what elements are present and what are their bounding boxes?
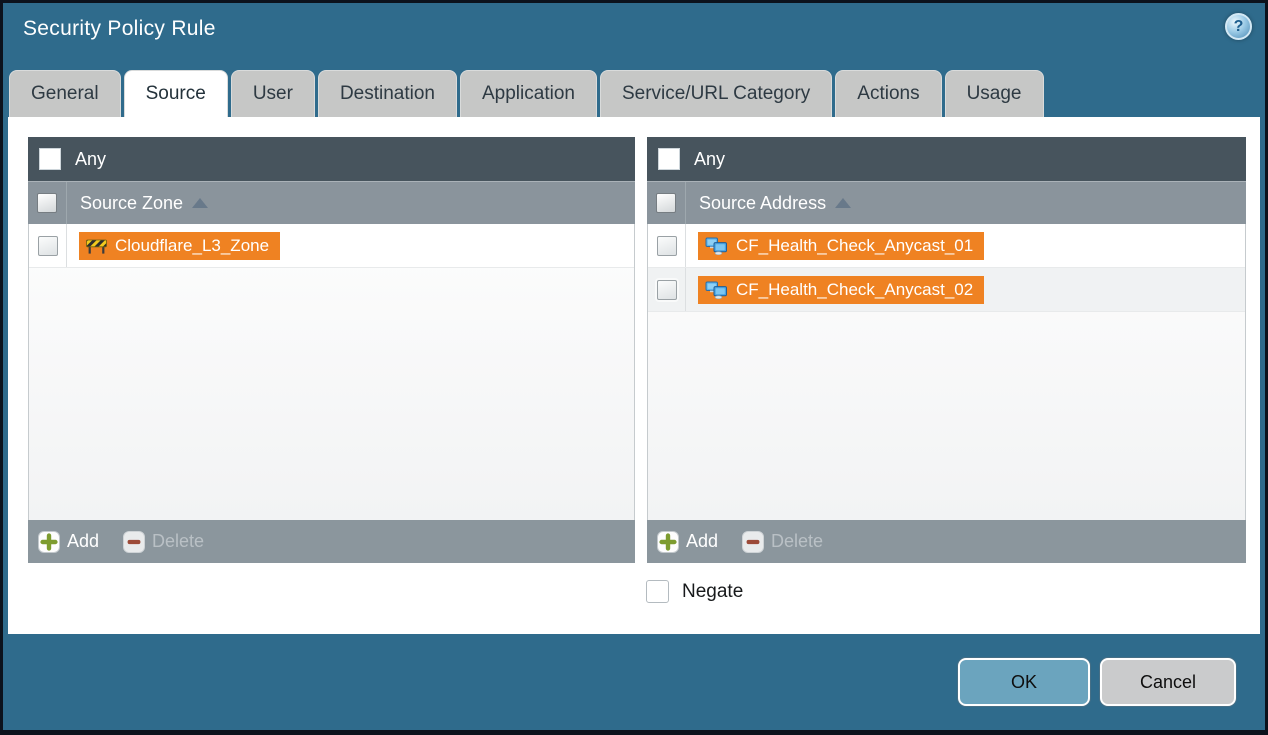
source-address-any-checkbox[interactable] xyxy=(658,148,680,170)
minus-icon xyxy=(123,531,145,553)
tab-usage[interactable]: Usage xyxy=(945,70,1044,117)
source-zone-item[interactable]: Cloudflare_L3_Zone xyxy=(79,232,280,260)
dialog-title: Security Policy Rule xyxy=(23,17,216,41)
ok-button[interactable]: OK xyxy=(958,658,1090,706)
source-zone-item-label: Cloudflare_L3_Zone xyxy=(115,236,269,256)
add-button[interactable]: Add xyxy=(657,531,718,553)
source-address-item-1[interactable]: CF_Health_Check_Anycast_01 xyxy=(698,232,984,260)
delete-button[interactable]: Delete xyxy=(123,531,204,553)
source-zone-list: Cloudflare_L3_Zone xyxy=(28,224,635,520)
source-address-any-row: Any xyxy=(647,137,1246,181)
table-row: CF_Health_Check_Anycast_01 xyxy=(648,224,1245,268)
tab-general[interactable]: General xyxy=(9,70,121,117)
tab-source[interactable]: Source xyxy=(124,70,228,117)
source-address-panel: Any Source Address xyxy=(647,137,1246,563)
address-icon xyxy=(705,281,728,299)
tab-destination[interactable]: Destination xyxy=(318,70,457,117)
source-address-column-label[interactable]: Source Address xyxy=(699,193,826,214)
source-zone-panel: Any Source Zone xyxy=(28,137,635,563)
source-address-item-label: CF_Health_Check_Anycast_01 xyxy=(736,236,973,256)
add-button[interactable]: Add xyxy=(38,531,99,553)
negate-checkbox[interactable] xyxy=(646,580,669,603)
tab-service-url-category[interactable]: Service/URL Category xyxy=(600,70,832,117)
source-address-item-2[interactable]: CF_Health_Check_Anycast_02 xyxy=(698,276,984,304)
negate-label: Negate xyxy=(682,581,743,603)
tab-actions[interactable]: Actions xyxy=(835,70,941,117)
security-policy-rule-dialog: Security Policy Rule ? General Source Us… xyxy=(0,0,1268,735)
row-checkbox-cell xyxy=(648,224,686,267)
source-zone-any-label: Any xyxy=(75,149,106,170)
source-zone-select-all-checkbox[interactable] xyxy=(37,193,57,213)
add-button-label: Add xyxy=(686,531,718,552)
sort-ascending-icon[interactable] xyxy=(192,198,208,208)
source-address-select-all-cell xyxy=(647,182,686,224)
source-address-row-checkbox-1[interactable] xyxy=(657,236,677,256)
delete-button-label: Delete xyxy=(771,531,823,552)
row-checkbox-cell xyxy=(29,224,67,267)
tab-application[interactable]: Application xyxy=(460,70,597,117)
plus-icon xyxy=(38,531,60,553)
source-zone-any-row: Any xyxy=(28,137,635,181)
source-address-list: CF_Health_Check_Anycast_01 xyxy=(647,224,1246,520)
source-address-column-header: Source Address xyxy=(647,181,1246,224)
source-address-select-all-checkbox[interactable] xyxy=(656,193,676,213)
delete-button-label: Delete xyxy=(152,531,204,552)
source-address-item-label: CF_Health_Check_Anycast_02 xyxy=(736,280,973,300)
title-bar: Security Policy Rule ? General Source Us… xyxy=(3,3,1265,117)
source-address-row-checkbox-2[interactable] xyxy=(657,280,677,300)
cancel-button[interactable]: Cancel xyxy=(1100,658,1236,706)
add-button-label: Add xyxy=(67,531,99,552)
dialog-footer: OK Cancel xyxy=(3,634,1265,730)
address-icon xyxy=(705,237,728,255)
plus-icon xyxy=(657,531,679,553)
negate-row: Negate xyxy=(646,580,743,603)
delete-button[interactable]: Delete xyxy=(742,531,823,553)
row-checkbox-cell xyxy=(648,268,686,311)
source-zone-any-checkbox[interactable] xyxy=(39,148,61,170)
zone-icon xyxy=(86,238,107,254)
help-glyph: ? xyxy=(1234,18,1244,36)
source-address-any-label: Any xyxy=(694,149,725,170)
source-zone-column-header: Source Zone xyxy=(28,181,635,224)
source-address-toolbar: Add Delete xyxy=(647,520,1246,563)
minus-icon xyxy=(742,531,764,553)
source-tab-content: Any Source Zone xyxy=(8,117,1260,637)
sort-ascending-icon[interactable] xyxy=(835,198,851,208)
source-zone-toolbar: Add Delete xyxy=(28,520,635,563)
table-row: Cloudflare_L3_Zone xyxy=(29,224,634,268)
tab-user[interactable]: User xyxy=(231,70,315,117)
source-zone-column-label[interactable]: Source Zone xyxy=(80,193,183,214)
source-zone-select-all-cell xyxy=(28,182,67,224)
table-row: CF_Health_Check_Anycast_02 xyxy=(648,268,1245,312)
tab-bar: General Source User Destination Applicat… xyxy=(9,70,1044,117)
help-icon[interactable]: ? xyxy=(1225,13,1252,40)
source-zone-row-checkbox[interactable] xyxy=(38,236,58,256)
